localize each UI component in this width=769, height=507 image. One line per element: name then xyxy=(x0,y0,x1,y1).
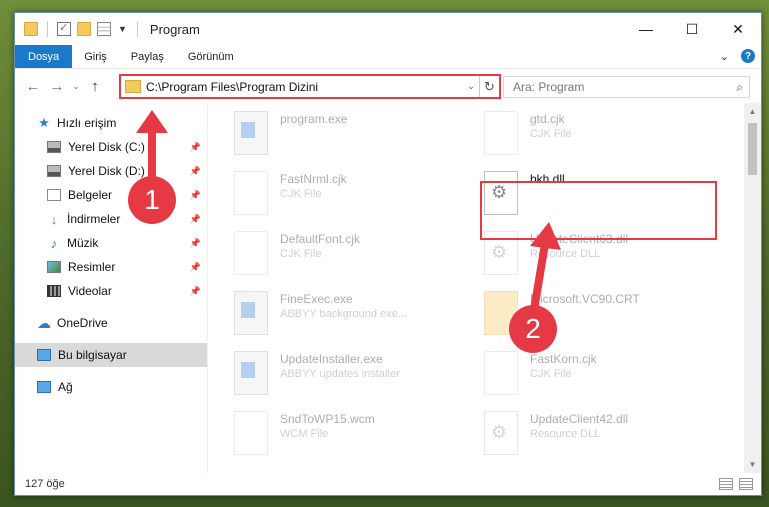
step-2-callout: 2 xyxy=(509,305,557,353)
arrow-1-head xyxy=(136,110,168,133)
step-1-callout: 1 xyxy=(128,176,176,224)
annotation-arrows xyxy=(136,110,561,323)
arrow-2-head xyxy=(530,222,561,250)
